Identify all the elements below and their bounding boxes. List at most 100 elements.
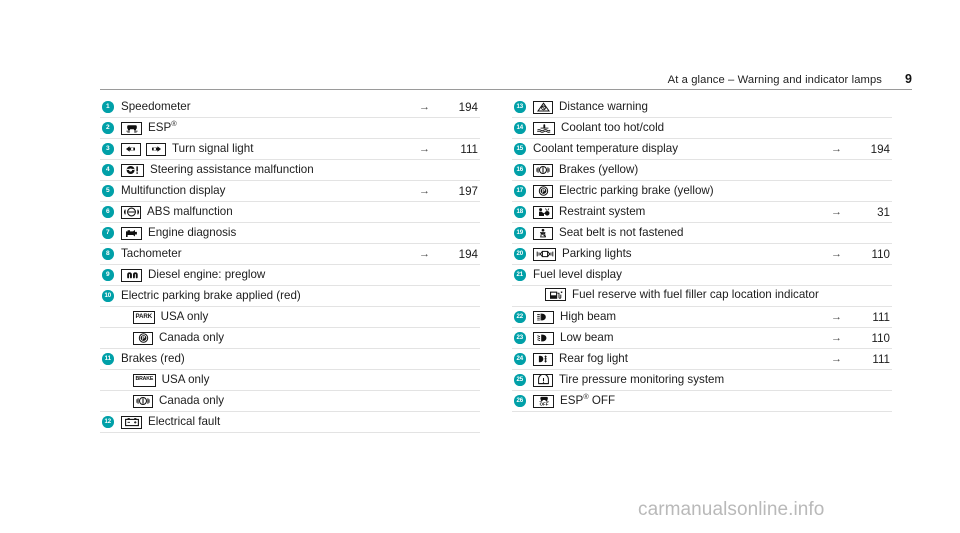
high-beam-icon: [533, 310, 554, 324]
p-circle-icon: [133, 331, 153, 345]
left-column: 1 Speedometer → 194 2 ESP® 3 Turn signal light →…: [100, 97, 480, 433]
callout-badge: 4: [102, 164, 114, 176]
cross-reference-page[interactable]: 110: [868, 332, 890, 345]
row-number-cell: 15: [512, 143, 533, 155]
cross-reference-arrow-icon: →: [831, 331, 842, 344]
table-row: 6 ABS malfunction: [100, 202, 480, 223]
cross-reference-page[interactable]: 194: [868, 143, 890, 156]
cross-reference-page[interactable]: 111: [868, 311, 890, 324]
park-text-icon: PARK: [133, 310, 155, 324]
cross-reference-page[interactable]: 31: [868, 206, 890, 219]
row-body: Engine diagnosis: [121, 226, 478, 240]
cross-reference-page[interactable]: 110: [868, 248, 890, 261]
svg-text:OFF: OFF: [539, 401, 548, 406]
row-number-cell: 9: [100, 269, 121, 281]
table-row: BRAKE USA only: [100, 370, 480, 391]
row-label: High beam: [560, 310, 617, 323]
callout-badge: 5: [102, 185, 114, 197]
callout-badge: 26: [514, 395, 526, 407]
row-body: ABS malfunction: [121, 205, 478, 219]
distance-warning-icon: [533, 100, 553, 114]
table-row: 5 Multifunction display → 197: [100, 181, 480, 202]
callout-badge: 6: [102, 206, 114, 218]
table-row: 25 Tire pressure monitoring system: [512, 370, 892, 391]
table-row: 1 Speedometer → 194: [100, 97, 480, 118]
row-body: OFF ESP® OFF: [533, 392, 890, 408]
cross-reference: → 110: [831, 332, 892, 345]
cross-reference-page[interactable]: 194: [456, 101, 478, 114]
row-number-cell: 1: [100, 101, 121, 113]
row-label: Distance warning: [559, 100, 648, 113]
table-row: 2 ESP®: [100, 118, 480, 139]
row-label: ESP® OFF: [560, 392, 616, 407]
callout-badge: 22: [514, 311, 526, 323]
callout-badge: 18: [514, 206, 526, 218]
row-body: Low beam: [533, 331, 831, 345]
row-label: Seat belt is not fastened: [559, 226, 684, 239]
cross-reference-page[interactable]: 194: [456, 248, 478, 261]
callout-badge: 17: [514, 185, 526, 197]
cross-reference: → 111: [831, 311, 892, 324]
callout-badge: 23: [514, 332, 526, 344]
header-title: At a glance – Warning and indicator lamp…: [667, 74, 882, 86]
row-body: Tachometer: [121, 247, 419, 261]
row-label: Canada only: [159, 331, 225, 344]
row-label: Engine diagnosis: [148, 226, 237, 239]
cross-reference: → 111: [831, 353, 892, 366]
row-label: Rear fog light: [559, 352, 628, 365]
callout-badge: 12: [102, 416, 114, 428]
row-label: Tachometer: [121, 247, 182, 260]
row-body: ESP®: [121, 119, 478, 135]
row-body: Distance warning: [533, 100, 890, 114]
steering-assist-icon: [121, 163, 144, 177]
table-row: Canada only: [100, 391, 480, 412]
row-label: Steering assistance malfunction: [150, 163, 314, 176]
row-number-cell: 25: [512, 374, 533, 386]
row-label: Electrical fault: [148, 415, 221, 428]
row-number-cell: 12: [100, 416, 121, 428]
cross-reference-page[interactable]: 111: [456, 143, 478, 156]
row-label: Low beam: [560, 331, 614, 344]
row-body: Steering assistance malfunction: [121, 163, 478, 177]
row-body: Canada only: [121, 331, 478, 345]
rear-fog-icon: [533, 352, 553, 366]
table-row: 15 Coolant temperature display → 194: [512, 139, 892, 160]
table-row: 12 Electrical fault: [100, 412, 480, 433]
row-label: Coolant too hot/cold: [561, 121, 665, 134]
row-body: Speedometer: [121, 100, 419, 114]
table-row: 19 Seat belt is not fastened: [512, 223, 892, 244]
cross-reference-arrow-icon: →: [831, 247, 842, 260]
row-body: Tire pressure monitoring system: [533, 373, 890, 387]
callout-badge: 21: [514, 269, 526, 281]
cross-reference: → 111: [419, 143, 480, 156]
row-body: High beam: [533, 310, 831, 324]
manual-page: At a glance – Warning and indicator lamp…: [0, 0, 960, 533]
row-number-cell: 8: [100, 248, 121, 260]
table-row: 22 High beam → 111: [512, 307, 892, 328]
row-label: Brakes (red): [121, 352, 185, 365]
tire-pressure-icon: [533, 373, 553, 387]
row-body: Restraint system: [533, 205, 831, 219]
preglow-icon: [121, 268, 142, 282]
abs-icon: [121, 205, 141, 219]
registered-mark: ®: [171, 119, 177, 129]
row-body: Fuel reserve with fuel filler cap locati…: [533, 288, 890, 302]
row-label: USA only: [160, 310, 209, 323]
row-number-cell: 21: [512, 269, 533, 281]
callout-badge: 16: [514, 164, 526, 176]
row-label: Electric parking brake applied (red): [121, 289, 301, 302]
cross-reference-arrow-icon: →: [419, 247, 430, 260]
row-number-cell: 19: [512, 227, 533, 239]
cross-reference-page[interactable]: 111: [868, 353, 890, 366]
table-row: 20 Parking lights → 110: [512, 244, 892, 265]
row-number-cell: 5: [100, 185, 121, 197]
row-number-cell: 10: [100, 290, 121, 302]
row-label: Restraint system: [559, 205, 646, 218]
running-header: At a glance – Warning and indicator lamp…: [100, 68, 912, 90]
cross-reference-page[interactable]: 197: [456, 185, 478, 198]
row-number-cell: 24: [512, 353, 533, 365]
table-row: 10 Electric parking brake applied (red): [100, 286, 480, 307]
registered-mark: ®: [583, 392, 589, 402]
row-label: Turn signal light: [172, 142, 254, 155]
turn-left-icon: [121, 142, 141, 156]
